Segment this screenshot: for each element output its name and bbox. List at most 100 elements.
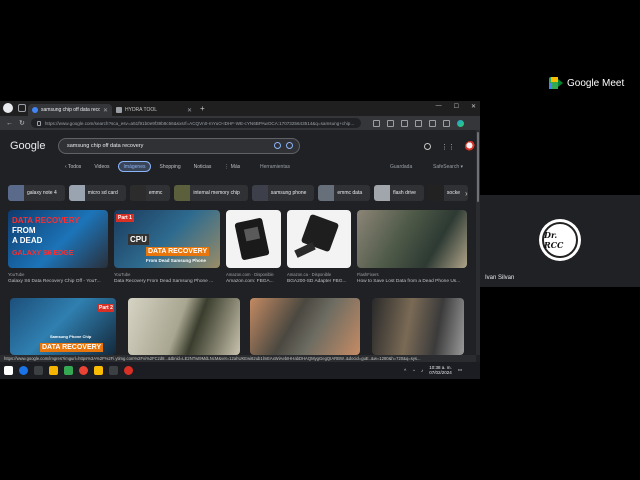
back-icon[interactable]: ←	[6, 120, 13, 127]
profile-icon[interactable]	[3, 103, 13, 113]
tab-imagenes[interactable]: Imágenes	[117, 161, 152, 172]
favorite-icon[interactable]	[372, 119, 380, 127]
chip-thumbnail	[374, 185, 391, 201]
notifications-icon[interactable]: ▭	[458, 367, 462, 373]
result-caption[interactable]: Amazon.com · Disponible Amazon.com: FBGA…	[226, 272, 274, 284]
more-icon[interactable]	[442, 119, 450, 127]
account-avatar[interactable]	[465, 141, 476, 152]
result-image[interactable]	[357, 210, 467, 268]
taskbar-clock[interactable]: 10:38 a. m. 07/02/2024	[429, 365, 452, 375]
split-screen-icon[interactable]	[386, 119, 394, 127]
extensions-icon[interactable]	[428, 119, 436, 127]
chip-item[interactable]: emmc	[129, 185, 171, 201]
volume-icon[interactable]: ♪	[421, 368, 423, 373]
copilot-icon[interactable]	[456, 119, 464, 127]
result-image[interactable]	[226, 210, 281, 268]
app-icon[interactable]	[109, 366, 118, 375]
tab-mas[interactable]: ⋮ Más	[219, 161, 245, 172]
lens-icon[interactable]	[274, 142, 281, 149]
thumbnail-text: GALAXY S6 EDGE	[12, 250, 74, 257]
search-icon[interactable]	[286, 142, 293, 149]
close-tab-icon[interactable]: ✕	[187, 107, 192, 114]
chip-thumbnail	[318, 185, 335, 201]
url-field[interactable]: https://www.google.com/search?sca_esv=a5…	[30, 118, 361, 128]
refresh-icon[interactable]: ↻	[19, 119, 25, 127]
apps-icon[interactable]: ⋮⋮	[441, 143, 455, 151]
chrome-icon[interactable]	[79, 366, 88, 375]
tab-hydra[interactable]: HYDRA TOOL ✕	[112, 104, 196, 116]
start-icon[interactable]	[4, 366, 13, 375]
chip-item[interactable]: flash drive	[374, 185, 424, 201]
chip-thumbnail	[68, 185, 85, 201]
page-scrollbar[interactable]	[476, 130, 480, 355]
tools-button[interactable]: Herramientas	[260, 164, 290, 170]
result-image[interactable]: CPU DATA RECOVERY From Dead Samsung Phon…	[114, 210, 220, 268]
chip-item[interactable]: galaxy note 4	[8, 185, 65, 201]
chip-item[interactable]: samsung phone	[251, 185, 315, 201]
close-window-button[interactable]: ✕	[471, 103, 476, 110]
result-image[interactable]	[250, 298, 360, 355]
adapter-connector	[294, 242, 316, 258]
chip-label: emmc	[148, 190, 163, 196]
scrollbar-thumb[interactable]	[477, 132, 479, 202]
link-status-bar: https://www.google.com/imgres?imgurl=htt…	[0, 355, 476, 362]
google-meet-logo-icon	[549, 77, 563, 89]
result-image[interactable]: DATA RECOVERY FROM A DEAD GALAXY S6 EDGE	[8, 210, 108, 268]
settings-icon[interactable]	[424, 143, 431, 150]
chip-item[interactable]: micro sd card	[68, 185, 126, 201]
result-caption[interactable]: FlashFixers How to Save Lost Data from a…	[357, 272, 460, 284]
saved-button[interactable]: Guardada	[390, 164, 412, 170]
google-logo[interactable]: Google	[10, 140, 45, 152]
chip-item[interactable]: socke	[427, 185, 468, 201]
result-image[interactable]: DATA RECOVERY Samsung Phone Chip Part 2	[10, 298, 116, 355]
thumbnail-text: From Dead Samsung Phone	[146, 258, 207, 263]
opera-icon[interactable]	[124, 366, 133, 375]
result-caption[interactable]: YouTube Data Recovery From Dead Samsung …	[114, 272, 213, 284]
edge-taskbar-icon[interactable]	[19, 366, 28, 375]
maximize-button[interactable]: ☐	[454, 103, 459, 110]
result-image[interactable]	[287, 210, 351, 268]
tab-search[interactable]: samsung chip off data recovery ✕	[28, 104, 112, 116]
url-text: https://www.google.com/search?sca_esv=a5…	[44, 120, 355, 126]
search-input[interactable]: samsung chip off data recovery	[58, 138, 300, 154]
safesearch-button[interactable]: SafeSearch ▾	[433, 164, 463, 170]
result-source: Amazon.ca · Disponible	[287, 272, 332, 277]
google-favicon-icon	[32, 107, 38, 113]
new-tab-button[interactable]: +	[200, 104, 205, 113]
chip-item[interactable]: emmc data	[318, 185, 371, 201]
thumbnail-text: A DEAD	[12, 236, 43, 245]
tab-actions-icon[interactable]	[18, 104, 26, 112]
favorites-bar-icon[interactable]	[400, 119, 408, 127]
result-source: YouTube	[114, 272, 131, 277]
task-view-icon[interactable]	[34, 366, 43, 375]
google-header-icons: ⋮⋮	[424, 141, 476, 152]
chip-thumbnail	[8, 185, 24, 201]
chevron-right-icon[interactable]: ›	[465, 189, 468, 198]
wifi-icon[interactable]: ◔	[412, 368, 415, 373]
folder-icon[interactable]	[94, 366, 103, 375]
shared-screen: samsung chip off data recovery ✕ HYDRA T…	[0, 101, 480, 379]
result-image[interactable]	[128, 298, 240, 355]
chip-label: emmc data	[337, 190, 363, 196]
chip-label: galaxy note 4	[27, 190, 57, 196]
toolbar-icons	[372, 119, 464, 127]
thumbnail-text: Part 1	[116, 214, 134, 222]
tab-videos[interactable]: Videos	[89, 161, 114, 172]
chip-item[interactable]: internal memory chip	[174, 185, 248, 201]
tab-todos[interactable]: ‹ Todos	[60, 161, 86, 172]
file-explorer-icon[interactable]	[49, 366, 58, 375]
tab-shopping[interactable]: Shopping	[154, 161, 185, 172]
result-caption[interactable]: YouTube Galaxy S6 Data Recovery Chip Off…	[8, 272, 101, 284]
thumbnail-text: DATA RECOVERY	[12, 216, 80, 225]
result-source: Amazon.com · Disponible	[226, 272, 274, 277]
close-tab-icon[interactable]: ✕	[103, 107, 108, 114]
collections-icon[interactable]	[414, 119, 422, 127]
tray-chevron-icon[interactable]: ^	[404, 368, 406, 373]
excel-icon[interactable]	[64, 366, 73, 375]
minimize-button[interactable]: —	[436, 103, 442, 110]
tab-noticias[interactable]: Noticias	[189, 161, 217, 172]
result-caption[interactable]: Amazon.ca · Disponible BGA200-SD Adapter…	[287, 272, 346, 284]
page-favicon-icon	[116, 107, 122, 113]
result-image[interactable]	[372, 298, 464, 355]
thumbnail-text: Part 2	[98, 304, 114, 312]
